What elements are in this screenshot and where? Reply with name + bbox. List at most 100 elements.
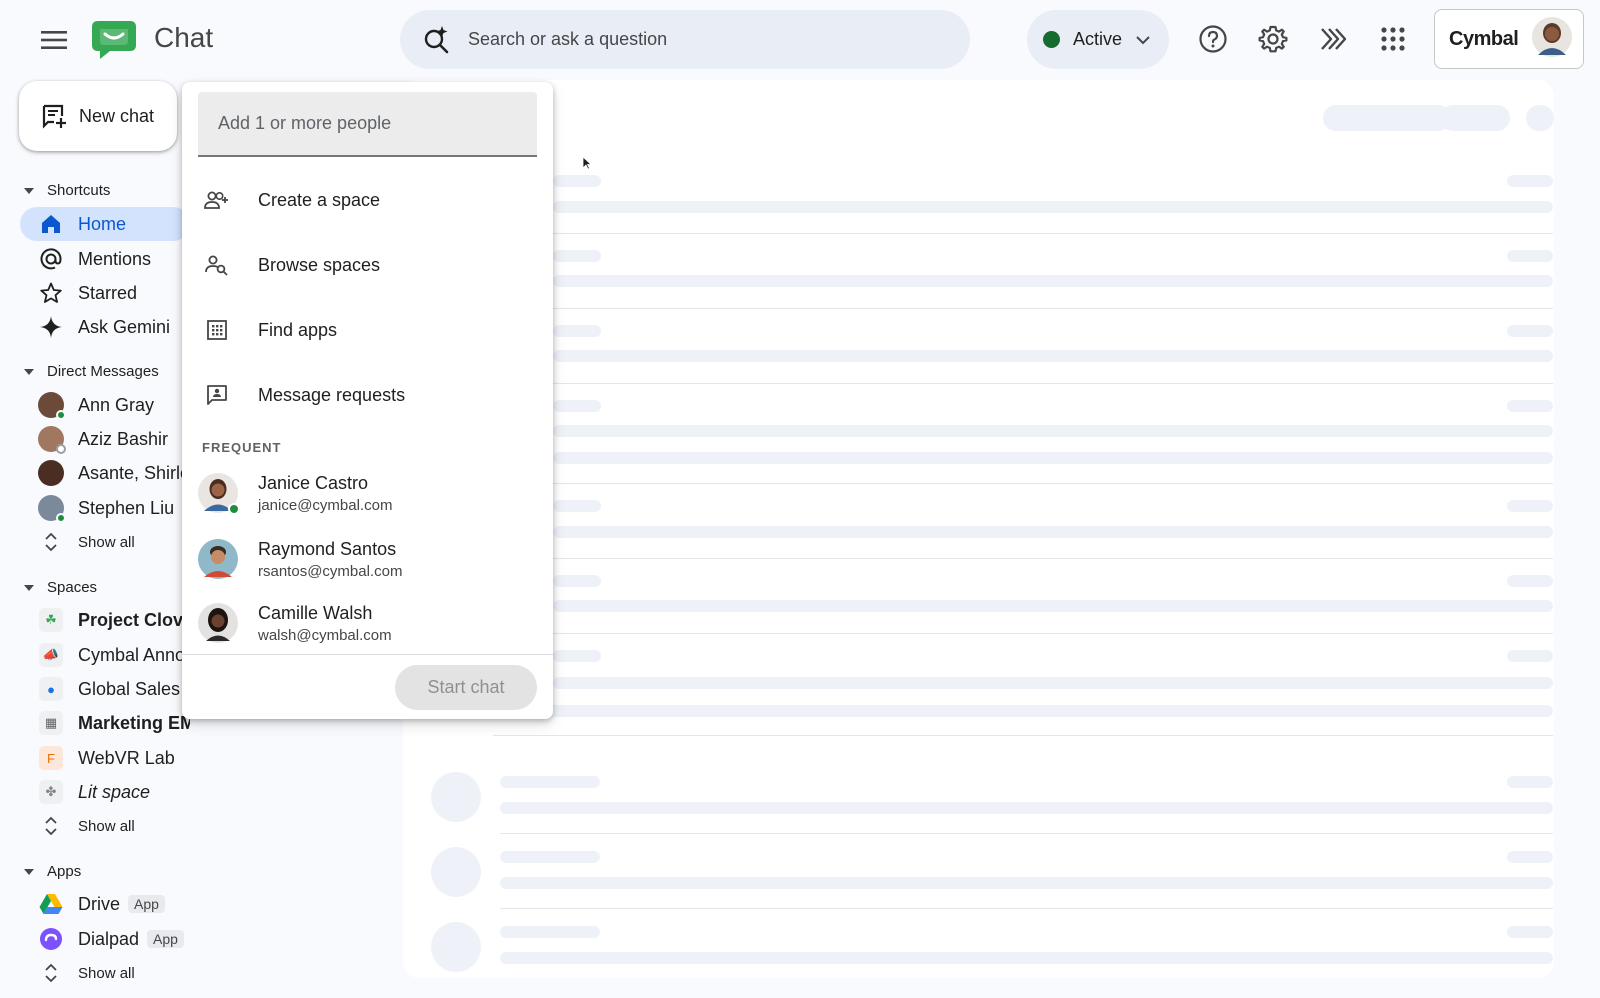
caret-down-icon <box>24 868 34 875</box>
spaces-show-all[interactable]: Show all <box>20 809 190 843</box>
space-label: Global Sales <box>78 678 181 699</box>
skeleton-bar <box>500 802 1553 814</box>
star-icon <box>38 280 64 306</box>
nav-item-label: Starred <box>78 282 138 303</box>
menu-item-label: Message requests <box>258 384 406 405</box>
add-people-input[interactable] <box>198 92 537 155</box>
nav-item-mentions[interactable]: Mentions <box>20 242 190 276</box>
skeleton-bar <box>553 452 1553 464</box>
status-label: Active <box>1073 29 1123 49</box>
direct-messages-section-toggle[interactable]: Direct Messages <box>24 363 159 380</box>
caret-down-icon <box>24 584 34 591</box>
menu-item-create-space[interactable]: Create a space <box>182 170 553 230</box>
dialpad-icon <box>38 926 64 952</box>
menu-icon[interactable] <box>36 22 72 58</box>
space-label: Marketing EMEA <box>78 712 190 733</box>
settings-icon[interactable] <box>1256 22 1290 56</box>
new-chat-button[interactable]: New chat <box>19 81 177 151</box>
show-all-label: Show all <box>78 964 135 982</box>
skeleton-avatar <box>431 847 481 897</box>
show-all-label: Show all <box>78 533 135 551</box>
dm-item-aziz-bashir[interactable]: Aziz Bashir <box>20 422 190 456</box>
skeleton-bar <box>1507 250 1553 262</box>
skeleton-bar <box>553 325 601 337</box>
expand-icon <box>38 813 64 839</box>
skeleton-bar <box>553 677 1553 689</box>
app-item-dialpad[interactable]: Dialpad App <box>20 922 190 956</box>
contact-email: rsantos@cymbal.com <box>258 562 403 580</box>
skeleton-pill <box>1323 105 1451 131</box>
apps-box-icon <box>204 317 230 343</box>
dm-item-ann-gray[interactable]: Ann Gray <box>20 388 190 422</box>
space-label: WebVR Lab <box>78 747 175 768</box>
space-label: Project Clov <box>78 609 184 630</box>
skeleton-bar <box>500 952 1553 964</box>
nav-item-ask-gemini[interactable]: Ask Gemini <box>20 310 190 344</box>
spaces-section-toggle[interactable]: Spaces <box>24 579 97 596</box>
skeleton-bar <box>553 500 601 512</box>
skeleton-bar <box>1507 575 1553 587</box>
apps-grid-icon[interactable] <box>1376 22 1410 56</box>
help-icon[interactable] <box>1196 22 1230 56</box>
megaphone-icon: 📣 <box>39 643 63 667</box>
dm-show-all[interactable]: Show all <box>20 525 190 559</box>
new-chat-icon <box>41 103 67 129</box>
menu-item-label: Browse spaces <box>258 254 381 275</box>
home-icon <box>38 211 64 237</box>
add-people-field[interactable] <box>198 92 537 157</box>
presence-online-dot <box>56 513 66 523</box>
skeleton-avatar <box>431 772 481 822</box>
section-title: Shortcuts <box>47 182 111 199</box>
contact-item-camille-walsh[interactable]: Camille Walsh walsh@cymbal.com <box>182 592 553 654</box>
dm-item-asante-shirley[interactable]: Asante, Shirle <box>20 456 190 490</box>
space-item-lit-space[interactable]: ✤ Lit space <box>20 775 190 809</box>
menu-item-find-apps[interactable]: Find apps <box>182 300 553 360</box>
nav-item-starred[interactable]: Starred <box>20 276 190 310</box>
search-bar[interactable] <box>400 10 970 69</box>
space-item-webvr-lab[interactable]: F WebVR Lab <box>20 741 190 775</box>
gemini-icon <box>38 314 64 340</box>
skeleton-bar <box>553 425 1553 437</box>
space-item-project-clover[interactable]: ☘ Project Clov <box>20 603 190 637</box>
apps-show-all[interactable]: Show all <box>20 956 190 990</box>
caret-down-icon <box>24 368 34 375</box>
menu-item-message-requests[interactable]: Message requests <box>182 365 553 425</box>
start-chat-button[interactable]: Start chat <box>395 665 537 710</box>
skeleton-bar <box>1507 325 1553 337</box>
avatar <box>38 460 64 486</box>
dm-item-stephen-liu[interactable]: Stephen Liu <box>20 491 190 525</box>
user-avatar[interactable] <box>1532 16 1573 62</box>
new-chat-label: New chat <box>79 105 155 126</box>
skeleton-bar <box>500 877 1553 889</box>
skeleton-bar <box>1507 851 1553 863</box>
show-all-label: Show all <box>78 817 135 835</box>
contact-item-raymond-santos[interactable]: Raymond Santos rsantos@cymbal.com <box>182 528 553 590</box>
search-sparkle-icon <box>420 23 454 57</box>
skeleton-bar <box>553 201 1553 213</box>
skeleton-divider <box>553 308 1553 309</box>
avatar <box>38 392 66 420</box>
space-item-global-sales[interactable]: ● Global Sales <box>20 672 190 706</box>
skeleton-divider <box>553 233 1553 234</box>
gemini-sparkle-icon[interactable] <box>1316 22 1350 56</box>
space-item-marketing-emea[interactable]: ▦ Marketing EMEA <box>20 706 190 740</box>
skeleton-bar <box>553 400 601 412</box>
shortcuts-section-toggle[interactable]: Shortcuts <box>24 182 110 199</box>
contact-email: walsh@cymbal.com <box>258 626 392 644</box>
frequent-header: FREQUENT <box>202 440 282 455</box>
skeleton-bar <box>1507 926 1553 938</box>
account-switcher[interactable]: Cymbal <box>1434 9 1584 69</box>
nav-item-home[interactable]: Home <box>20 207 190 241</box>
section-title: Spaces <box>47 579 98 596</box>
app-badge: App <box>147 930 184 948</box>
space-item-cymbal-announcements[interactable]: 📣 Cymbal Anno <box>20 638 190 672</box>
app-item-drive[interactable]: Drive App <box>20 887 190 921</box>
top-bar: Chat Active Cymbal <box>0 0 1600 78</box>
apps-section-toggle[interactable]: Apps <box>24 863 81 880</box>
contact-item-janice-castro[interactable]: Janice Castro janice@cymbal.com <box>182 462 553 524</box>
contact-email: janice@cymbal.com <box>258 496 393 514</box>
group-add-icon <box>204 187 230 213</box>
menu-item-browse-spaces[interactable]: Browse spaces <box>182 235 553 295</box>
search-input[interactable] <box>468 29 908 50</box>
status-dropdown[interactable]: Active <box>1027 10 1169 69</box>
